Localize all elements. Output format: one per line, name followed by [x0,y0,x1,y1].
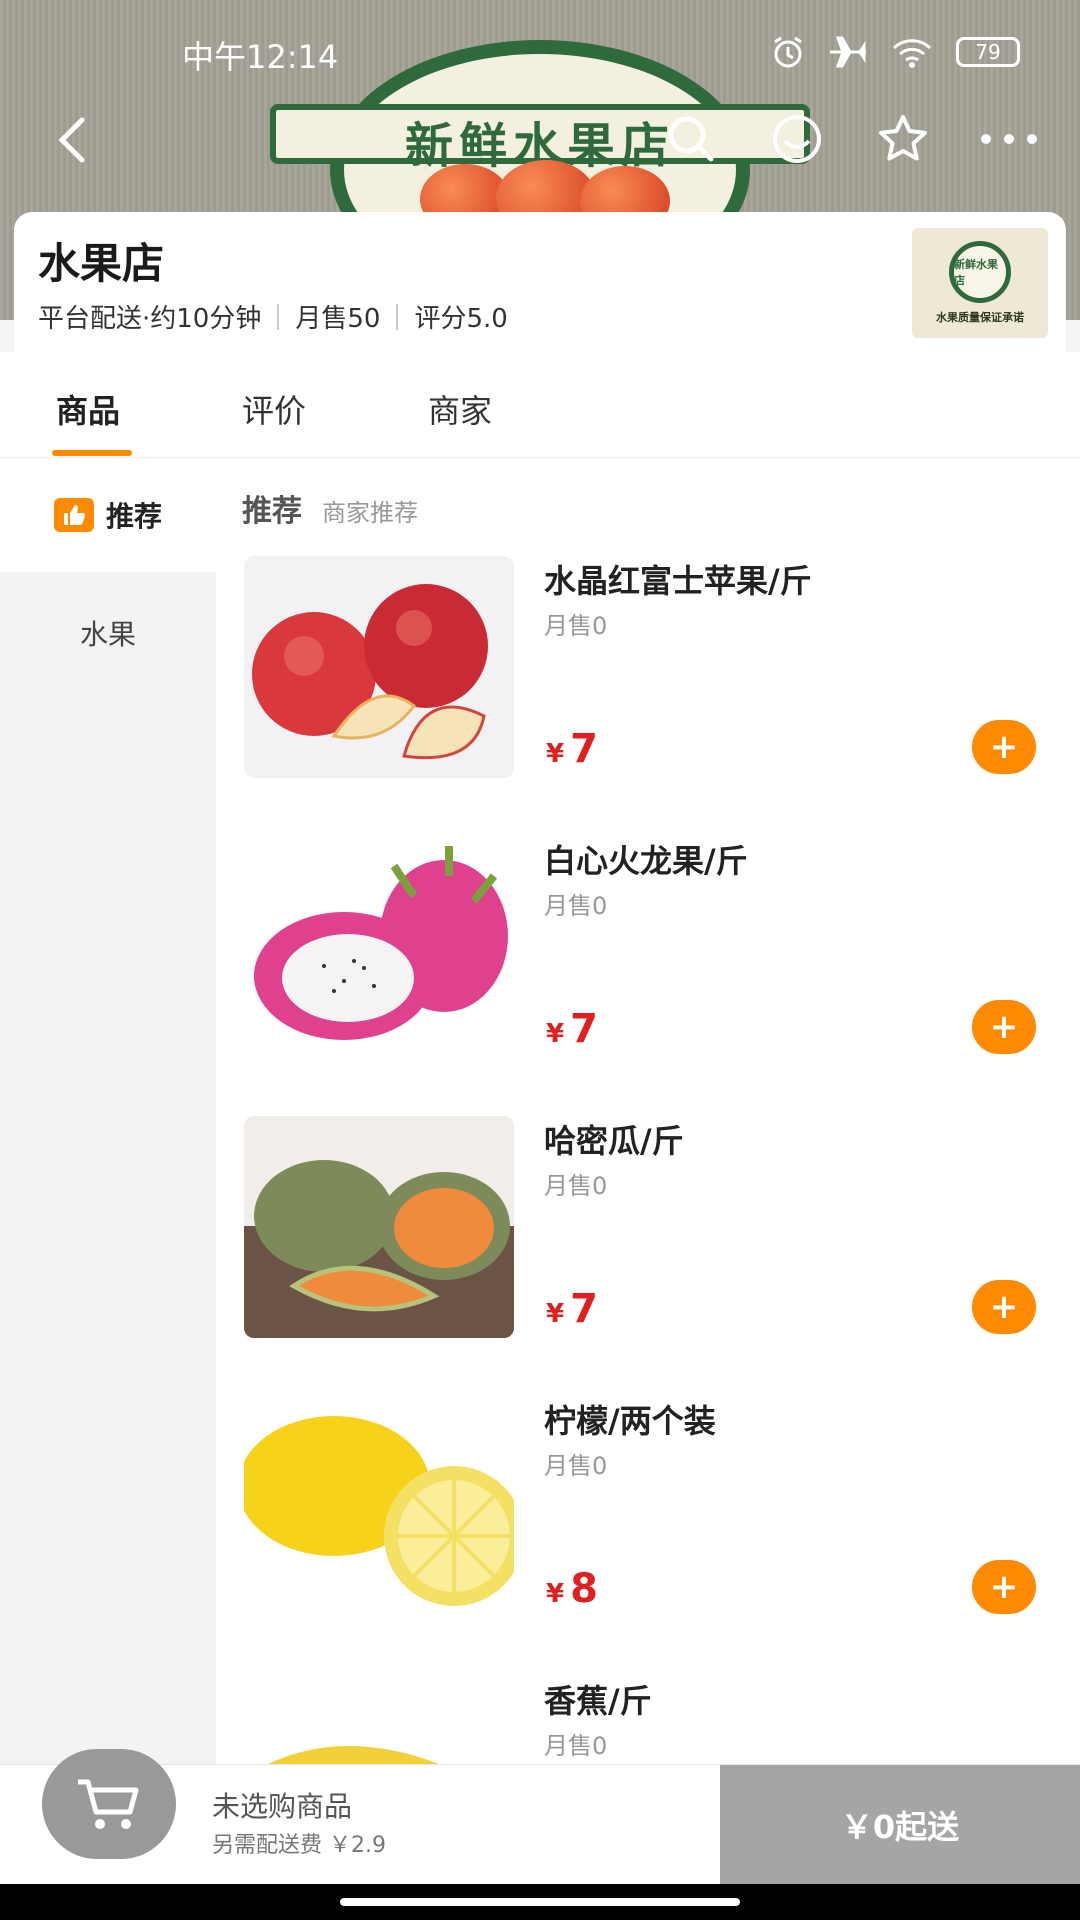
product-item[interactable]: 柠檬/两个装 月售0 ¥8 + [216,1396,1080,1676]
shop-logo-title: 新鲜水果店 [949,241,1011,303]
currency-symbol: ¥ [546,1299,565,1329]
status-time: 中午12:14 [182,38,339,76]
product-price: ¥7 [546,726,598,772]
product-name: 柠檬/两个装 [544,1402,716,1440]
shop-meta: 平台配送·约10分钟 月售50 评分5.0 [38,298,508,335]
add-to-cart-button[interactable]: + [972,1280,1036,1334]
product-sales: 月售0 [544,612,608,640]
category-recommended[interactable]: 推荐 [0,458,216,572]
active-tab-indicator [52,450,132,456]
divider [277,303,280,330]
back-arrow-icon[interactable] [44,110,104,170]
divider [396,303,399,330]
airplane-mode-icon [830,36,866,68]
product-image-banana[interactable] [244,1676,514,1764]
category-label: 水果 [79,618,136,651]
product-item[interactable]: 哈密瓜/斤 月售0 ¥7 + [216,1116,1080,1396]
section-subtitle: 商家推荐 [322,499,418,527]
product-image-lemon[interactable] [244,1396,514,1618]
shop-info-card: 水果店 平台配送·约10分钟 月售50 评分5.0 新鲜水果店 水果质量保证承诺 [14,212,1066,352]
alarm-icon [774,36,802,68]
category-fruit[interactable]: 水果 [0,576,216,690]
status-bar: 中午12:14 79 [0,28,1080,76]
tab-products[interactable]: 商品 [56,386,120,432]
favorite-star-icon[interactable] [872,108,934,170]
product-image-apple[interactable] [244,556,514,778]
battery-indicator: 79 [956,37,1020,67]
product-name: 水晶红富士苹果/斤 [544,562,812,600]
product-image-dragon-fruit[interactable] [244,836,514,1058]
price-value: 7 [570,726,598,772]
product-name: 香蕉/斤 [544,1682,652,1720]
checkout-button[interactable]: ￥0起送 [720,1765,1080,1885]
price-value: 8 [570,1566,598,1612]
currency-symbol: ¥ [546,1579,565,1609]
add-to-cart-button[interactable]: + [972,1560,1036,1614]
product-price: ¥7 [546,1286,598,1332]
delivery-fee-text: 另需配送费 ￥2.9 [212,1833,386,1858]
shop-rating: 评分5.0 [414,304,508,334]
product-image-melon[interactable] [244,1116,514,1338]
cart-bar: 未选购商品 另需配送费 ￥2.9 ￥0起送 [0,1749,1080,1885]
product-sales: 月售0 [544,1452,608,1480]
more-options-icon[interactable] [978,108,1040,170]
product-name: 白心火龙果/斤 [544,842,748,880]
product-item[interactable]: 水晶红富士苹果/斤 月售0 ¥7 + [216,556,1080,836]
delivery-info: 平台配送·约10分钟 [38,304,262,334]
cart-empty-text: 未选购商品 [212,1790,353,1823]
product-name: 哈密瓜/斤 [544,1122,684,1160]
top-nav [0,104,1080,174]
add-to-cart-button[interactable]: + [972,720,1036,774]
product-item[interactable]: 白心火龙果/斤 月售0 ¥7 + [216,836,1080,1116]
shopping-cart-icon [78,1779,139,1829]
product-item[interactable]: 香蕉/斤 月售0 [216,1676,1080,1764]
tab-bar: 商品 评价 商家 [0,352,1080,458]
product-list: 推荐 商家推荐 水晶红富士苹果/斤 月售0 ¥7 + 白心火龙果/斤 月售0 ¥… [216,458,1080,1764]
currency-symbol: ¥ [546,1019,565,1049]
product-sales: 月售0 [544,892,608,920]
shop-name: 水果店 [38,239,165,288]
shop-logo-caption: 水果质量保证承诺 [936,311,1024,324]
add-to-cart-button[interactable]: + [972,1000,1036,1054]
currency-symbol: ¥ [546,739,565,769]
price-value: 7 [570,1006,598,1052]
shop-logo[interactable]: 新鲜水果店 水果质量保证承诺 [912,228,1048,338]
product-price: ¥7 [546,1006,598,1052]
thumbs-up-icon [53,498,94,532]
cart-button[interactable] [42,1749,176,1859]
category-label: 推荐 [105,500,162,533]
price-value: 7 [570,1286,598,1332]
category-sidebar: 推荐 水果 [0,458,216,1764]
wifi-icon [892,39,932,68]
product-price: ¥8 [546,1566,598,1612]
section-header: 推荐 商家推荐 [242,486,418,530]
product-sales: 月售0 [544,1732,608,1760]
tab-reviews[interactable]: 评价 [242,386,306,432]
tab-merchant[interactable]: 商家 [428,386,492,432]
product-sales: 月售0 [544,1172,608,1200]
home-indicator[interactable] [340,1898,740,1906]
search-icon[interactable] [660,108,722,170]
monthly-sales: 月售50 [295,304,381,334]
system-nav-bar [0,1884,1080,1920]
chat-icon[interactable] [766,108,828,170]
section-title: 推荐 [242,494,302,529]
